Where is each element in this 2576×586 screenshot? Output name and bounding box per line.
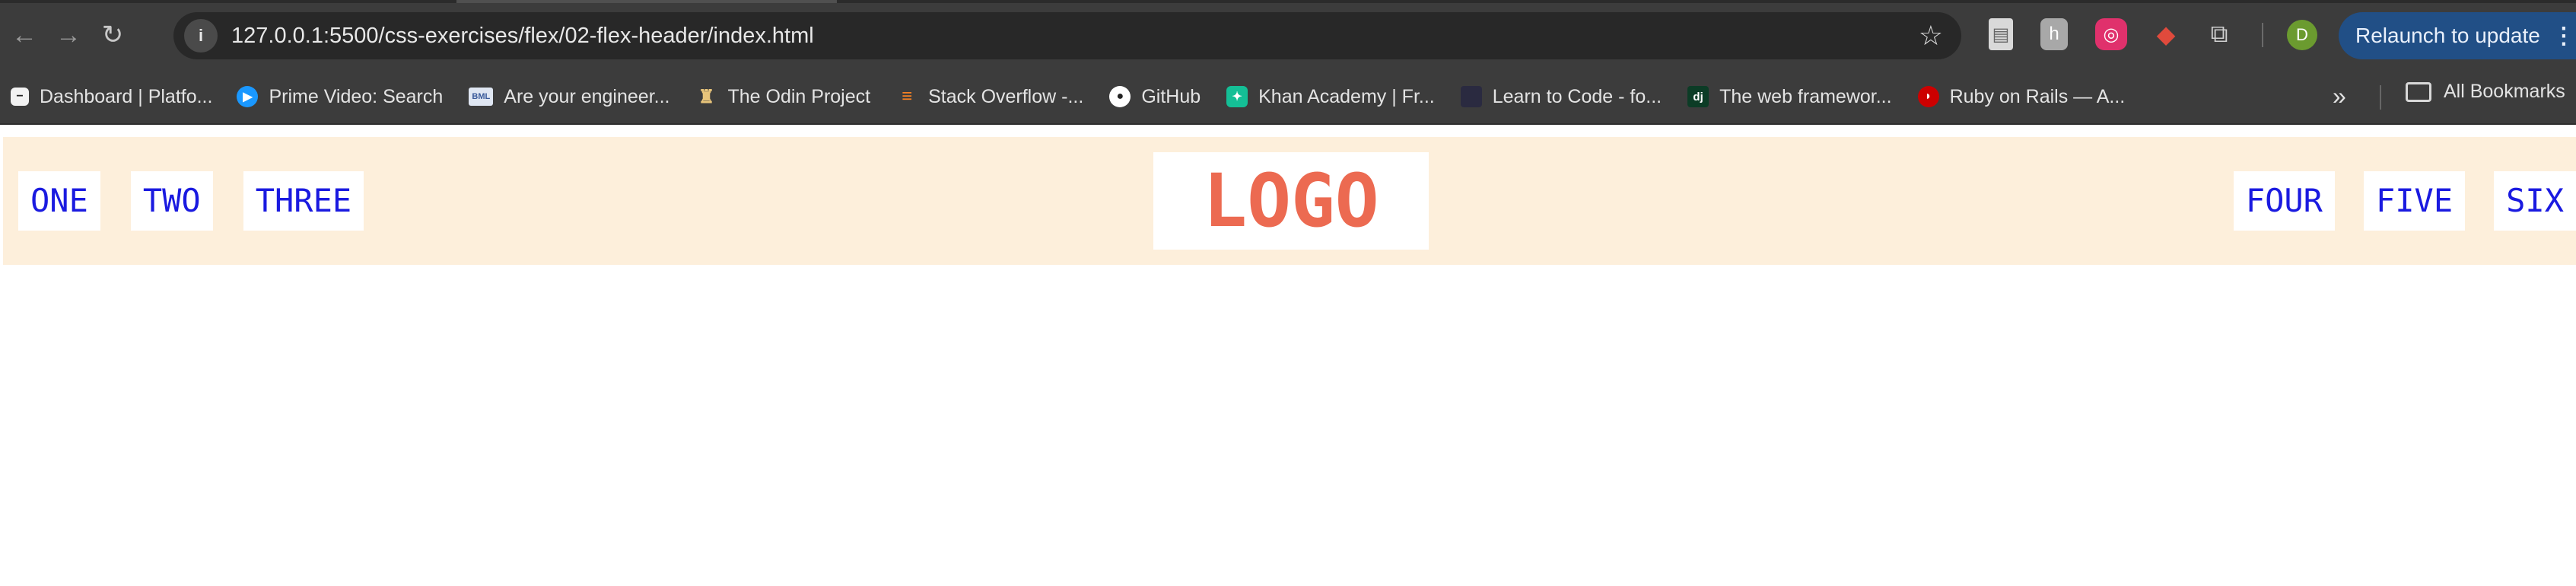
bookmark-item[interactable]: Learn to Code - fo... [1460, 86, 1662, 108]
nav-link-five[interactable]: FIVE [2363, 171, 2466, 231]
reload-icon[interactable]: ↻ [93, 15, 132, 55]
freecodecamp-icon [1460, 86, 1482, 107]
folder-icon [2406, 81, 2431, 102]
rails-icon: ◗ [1917, 86, 1939, 107]
nav-link-six[interactable]: SIX [2494, 171, 2576, 231]
django-icon: dj [1687, 86, 1709, 107]
left-links: ONE TWO THREE [18, 171, 364, 231]
bookmarks-bar: − Dashboard | Platfo... ▶ Prime Video: S… [0, 70, 2576, 125]
extension-icon[interactable]: ◎ [2095, 18, 2127, 50]
nav-link-three[interactable]: THREE [243, 171, 364, 231]
extensions-puzzle-icon[interactable]: ⧉ [2203, 18, 2235, 50]
dashboard-icon: − [11, 88, 29, 106]
extension-icon[interactable]: h [2040, 18, 2068, 50]
bml-icon: BML [469, 88, 494, 106]
nav-link-one[interactable]: ONE [18, 171, 100, 231]
document-extension-icon[interactable]: ▤ [1989, 18, 2013, 50]
prime-video-icon: ▶ [237, 86, 259, 107]
browser-toolbar: ← → ↻ i 127.0.0.1:5500/css-exercises/fle… [0, 0, 2576, 70]
relaunch-button[interactable]: Relaunch to update ⋮ [2339, 12, 2576, 59]
nav-link-four[interactable]: FOUR [2233, 171, 2335, 231]
relaunch-label: Relaunch to update [2355, 24, 2540, 47]
site-info-icon[interactable]: i [184, 19, 218, 53]
bookmark-item[interactable]: ♜ The Odin Project [696, 86, 870, 108]
extension-icon[interactable]: ◆ [2150, 18, 2182, 50]
forward-icon[interactable]: → [49, 15, 88, 55]
url-text[interactable]: 127.0.0.1:5500/css-exercises/flex/02-fle… [231, 24, 814, 49]
bookmark-star-icon[interactable]: ☆ [1919, 20, 1943, 52]
site-header: ONE TWO THREE LOGO FOUR FIVE SIX [3, 137, 2576, 265]
bookmark-item[interactable]: ◗ Ruby on Rails — A... [1917, 86, 2125, 108]
stackoverflow-icon: ≡ [902, 86, 913, 107]
profile-avatar[interactable]: D [2287, 20, 2317, 50]
github-icon: ● [1109, 86, 1131, 107]
odin-icon: ♜ [698, 86, 715, 107]
bookmark-item[interactable]: BML Are your engineer... [469, 86, 670, 108]
khan-academy-icon: ✦ [1226, 86, 1248, 107]
address-bar[interactable]: i 127.0.0.1:5500/css-exercises/flex/02-f… [173, 12, 1961, 59]
logo: LOGO [1153, 152, 1429, 250]
bookmark-item[interactable]: ● GitHub [1109, 86, 1201, 108]
bookmark-item[interactable]: ▶ Prime Video: Search [237, 86, 443, 108]
all-bookmarks-button[interactable]: All Bookmarks [2406, 81, 2565, 103]
back-icon[interactable]: ← [5, 15, 44, 55]
right-links: FOUR FIVE SIX [2233, 171, 2576, 231]
bookmark-item[interactable]: ✦ Khan Academy | Fr... [1226, 86, 1435, 108]
bookmark-item[interactable]: − Dashboard | Platfo... [11, 86, 212, 108]
bookmarks-overflow-icon[interactable]: » [2333, 82, 2346, 110]
bookmark-item[interactable]: dj The web framewor... [1687, 86, 1892, 108]
toolbar-divider [2262, 23, 2263, 47]
nav-link-two[interactable]: TWO [130, 171, 213, 231]
more-menu-icon[interactable]: ⋮ [2552, 23, 2575, 49]
bookmarks-divider [2380, 85, 2381, 110]
bookmark-item[interactable]: ≡ Stack Overflow -... [896, 86, 1083, 108]
